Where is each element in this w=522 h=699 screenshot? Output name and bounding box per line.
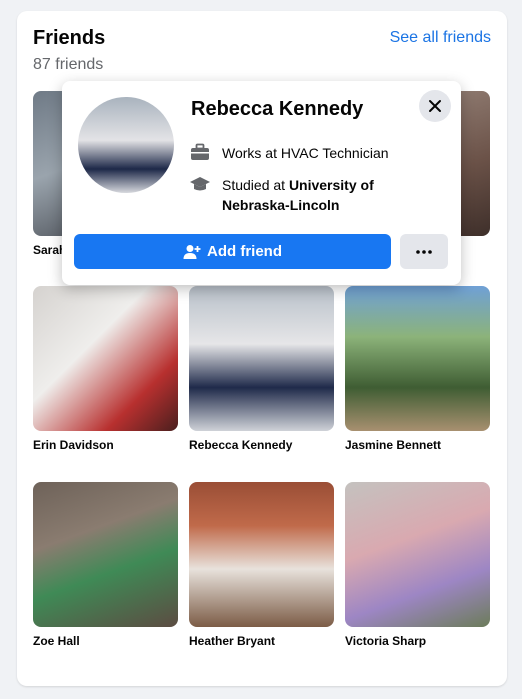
friend-tile[interactable]: Zoe Hall <box>33 482 178 648</box>
friend-name[interactable]: Zoe Hall <box>33 634 178 648</box>
friend-tile[interactable]: Rebecca Kennedy <box>189 286 334 452</box>
add-friend-label: Add friend <box>207 243 282 260</box>
profile-hover-card: Rebecca Kennedy Works at HVAC Technician… <box>62 81 461 285</box>
friend-name[interactable]: Erin Davidson <box>33 438 178 452</box>
friend-tile[interactable]: Victoria Sharp <box>345 482 490 648</box>
see-all-friends-link[interactable]: See all friends <box>390 29 491 47</box>
education-prefix: Studied at <box>222 177 289 193</box>
friend-name[interactable]: Rebecca Kennedy <box>189 438 334 452</box>
work-info: Works at HVAC Technician <box>189 143 389 163</box>
friend-tile[interactable]: Erin Davidson <box>33 286 178 452</box>
friend-tile[interactable]: Heather Bryant <box>189 482 334 648</box>
friends-title: Friends <box>33 27 106 49</box>
education-info: Studied at University of Nebraska-Lincol… <box>189 175 374 215</box>
close-button[interactable] <box>419 90 451 122</box>
add-friend-icon <box>183 244 201 259</box>
friends-count: 87 friends <box>33 56 104 73</box>
add-friend-button[interactable]: Add friend <box>74 234 391 269</box>
more-options-icon <box>416 249 432 254</box>
friend-tile[interactable]: Jasmine Bennett <box>345 286 490 452</box>
avatar[interactable] <box>78 97 174 193</box>
friend-photo[interactable] <box>33 482 178 627</box>
friend-photo[interactable] <box>345 286 490 431</box>
briefcase-icon <box>191 143 209 160</box>
friend-name[interactable]: Heather Bryant <box>189 634 334 648</box>
friend-photo[interactable] <box>189 482 334 627</box>
close-icon <box>429 100 441 112</box>
friend-photo[interactable] <box>189 286 334 431</box>
profile-name[interactable]: Rebecca Kennedy <box>191 98 363 121</box>
more-options-button[interactable] <box>400 234 448 269</box>
education-text: Studied at University of Nebraska-Lincol… <box>222 175 374 215</box>
graduation-cap-icon <box>190 177 210 191</box>
friend-name[interactable]: Jasmine Bennett <box>345 438 490 452</box>
school-name-line1[interactable]: University of <box>289 177 374 193</box>
work-text: Works at HVAC Technician <box>222 145 389 161</box>
friend-photo[interactable] <box>33 286 178 431</box>
school-name-line2[interactable]: Nebraska-Lincoln <box>222 197 339 213</box>
friend-photo[interactable] <box>345 482 490 627</box>
friend-name[interactable]: Victoria Sharp <box>345 634 490 648</box>
